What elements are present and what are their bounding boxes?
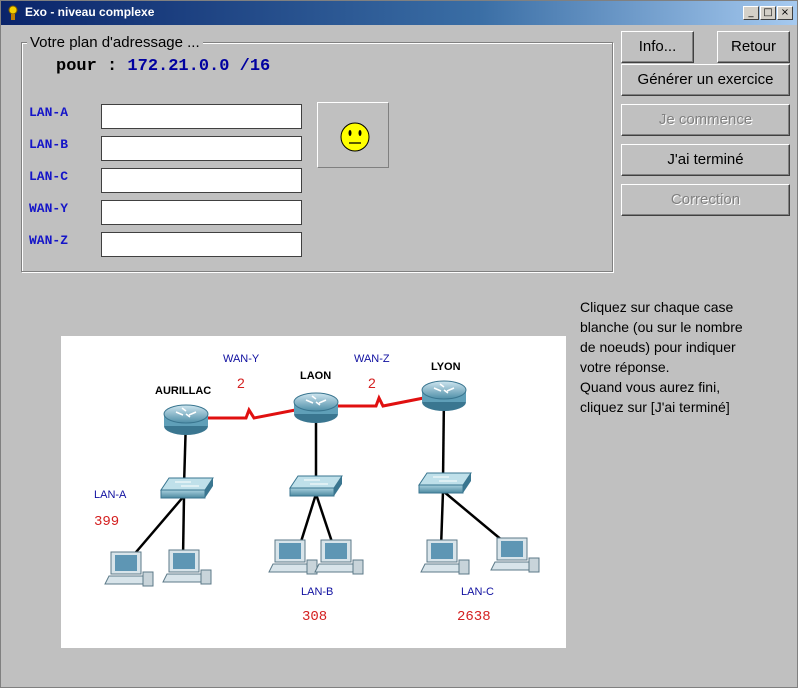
instruction-line: de noeuds) pour indiquer bbox=[580, 339, 736, 355]
plan-line: pour : 172.21.0.0 /16 bbox=[56, 57, 270, 76]
close-button[interactable]: × bbox=[777, 6, 793, 20]
status-panel bbox=[317, 102, 389, 168]
plan-prefix: pour : bbox=[56, 57, 118, 76]
switch-lan-b-icon bbox=[289, 475, 343, 497]
router-lyon-icon bbox=[421, 380, 467, 412]
wan-y-input[interactable] bbox=[101, 200, 302, 225]
switch-lan-a-icon bbox=[160, 477, 214, 499]
minimize-button[interactable]: _ bbox=[743, 6, 759, 20]
retour-button[interactable]: Retour bbox=[717, 31, 790, 63]
lan-a-count[interactable]: 399 bbox=[94, 514, 119, 530]
router-aurillac-icon bbox=[163, 404, 209, 436]
app-icon bbox=[8, 5, 18, 20]
lan-c-label: LAN-C bbox=[29, 169, 69, 184]
instruction-line: votre réponse. bbox=[580, 359, 670, 375]
wan-z-label: WAN-Z bbox=[354, 353, 390, 365]
pc-icon bbox=[420, 539, 470, 575]
wan-y-label: WAN-Y bbox=[223, 353, 260, 365]
title-bar[interactable]: Exo - niveau complexe _ □ × bbox=[1, 1, 797, 25]
info-button[interactable]: Info... bbox=[621, 31, 694, 63]
wan-z-label: WAN-Z bbox=[29, 233, 69, 248]
topology-svg: WAN-Y 2 WAN-Z 2 AURILLAC LAON LYON LAN-A… bbox=[94, 353, 540, 625]
maximize-button[interactable]: □ bbox=[760, 6, 776, 20]
network-diagram: WAN-Y 2 WAN-Z 2 AURILLAC LAON LYON LAN-A… bbox=[61, 336, 566, 648]
lan-b-count[interactable]: 308 bbox=[302, 609, 327, 625]
instructions-text: Cliquez sur chaque case blanche (ou sur … bbox=[580, 297, 790, 417]
app-window: Exo - niveau complexe _ □ × Votre plan d… bbox=[0, 0, 798, 688]
pc-icon bbox=[104, 551, 154, 587]
pc-icon bbox=[490, 537, 540, 573]
wan-y-label: WAN-Y bbox=[29, 201, 69, 216]
lan-b-label: LAN-B bbox=[301, 586, 333, 598]
router-lyon-label: LYON bbox=[431, 361, 461, 373]
neutral-smiley-icon bbox=[340, 122, 370, 152]
window-title: Exo - niveau complexe bbox=[25, 5, 155, 19]
correction-button[interactable]: Correction bbox=[621, 184, 790, 216]
wan-z-input[interactable] bbox=[101, 232, 302, 257]
lan-a-input[interactable] bbox=[101, 104, 302, 129]
lan-c-count[interactable]: 2638 bbox=[457, 609, 491, 625]
wan-z-count[interactable]: 2 bbox=[368, 375, 376, 391]
instruction-line: cliquez sur [J'ai terminé] bbox=[580, 399, 730, 415]
instruction-line: Quand vous aurez fini, bbox=[580, 379, 721, 395]
pc-icon bbox=[162, 549, 212, 585]
router-aurillac-label: AURILLAC bbox=[155, 385, 211, 397]
lan-a-label: LAN-A bbox=[29, 105, 69, 120]
lan-b-input[interactable] bbox=[101, 136, 302, 161]
generate-exercise-button[interactable]: Générer un exercice bbox=[621, 64, 790, 96]
lan-a-label: LAN-A bbox=[94, 489, 127, 501]
wan-y-count[interactable]: 2 bbox=[237, 375, 245, 391]
lan-b-label: LAN-B bbox=[29, 137, 69, 152]
switch-lan-c-icon bbox=[418, 472, 472, 494]
instruction-line: Cliquez sur chaque case bbox=[580, 299, 734, 315]
group-title: Votre plan d'adressage ... bbox=[27, 34, 203, 51]
finished-button[interactable]: J'ai terminé bbox=[621, 144, 790, 176]
lan-c-label: LAN-C bbox=[461, 586, 494, 598]
plan-network: 172.21.0.0 /16 bbox=[127, 57, 271, 76]
router-laon-icon bbox=[293, 392, 339, 424]
router-laon-label: LAON bbox=[300, 370, 331, 382]
start-button[interactable]: Je commence bbox=[621, 104, 790, 136]
pc-icon bbox=[268, 539, 318, 575]
instruction-line: blanche (ou sur le nombre bbox=[580, 319, 743, 335]
pc-icon bbox=[314, 539, 364, 575]
lan-c-input[interactable] bbox=[101, 168, 302, 193]
